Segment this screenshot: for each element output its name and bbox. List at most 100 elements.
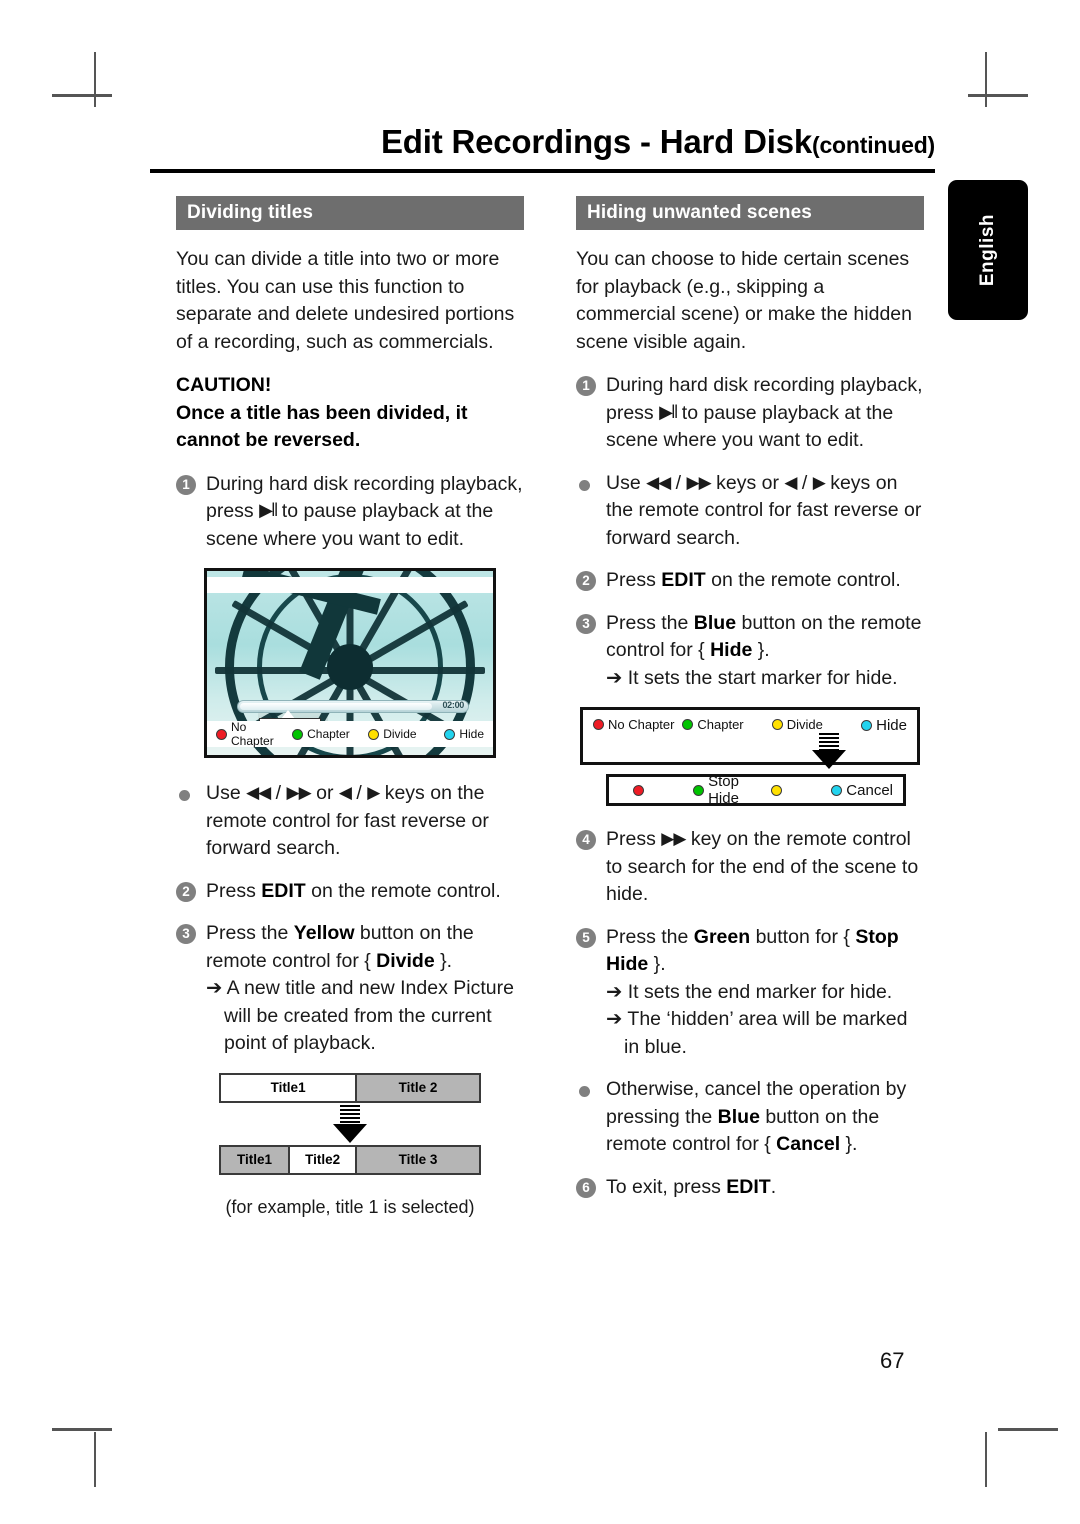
step2-text-a: Press <box>606 569 662 591</box>
crop-mark-top-right-vertical <box>985 52 987 107</box>
button-bar-label: Chapter <box>697 717 744 732</box>
bullet-dot-icon <box>579 479 590 491</box>
button-bar-label: No Chapter <box>608 717 675 732</box>
step5-text-a: Press the <box>606 925 694 948</box>
yellow-button-label: Yellow <box>293 922 355 944</box>
button-bar-item: No Chapter <box>593 717 682 732</box>
title-row-after: Title1 Title2 Title 3 <box>219 1144 481 1175</box>
bullet-dot-icon <box>579 1086 590 1097</box>
bullet-text-a: Use <box>606 471 647 494</box>
step3-text-c: }. <box>434 949 453 972</box>
left-step-1: 1 During hard disk recording playback, p… <box>176 471 524 554</box>
right-step-4: 4 Press ▶▶ key on the remote control to … <box>576 826 924 909</box>
bullet-text-b: keys or <box>710 471 785 494</box>
page-title-main: Edit Recordings - Hard Disk <box>380 123 812 160</box>
button-bar-item: Hide <box>861 717 907 734</box>
hiding-scenes-intro: You can choose to hide certain scenes fo… <box>576 248 912 353</box>
right-step-3: 3 Press the Blue button on the remote co… <box>576 610 924 693</box>
step-number-badge: 1 <box>176 474 196 495</box>
button-bar-label: Hide <box>876 717 907 734</box>
left-column: Dividing titles You can divide a title i… <box>176 196 524 1218</box>
tv-duration-label: 02:00 <box>442 700 464 710</box>
legend-item: Divide <box>368 727 444 741</box>
yellow-dot-icon <box>771 719 783 730</box>
button-bar-label: Cancel <box>846 781 893 799</box>
legend-label: Chapter <box>307 727 350 741</box>
crop-mark-bottom-left-vertical <box>94 1432 96 1487</box>
step5-arrow-note-2: ➔ The ‘hidden’ area will be marked in bl… <box>606 1008 908 1058</box>
step4-text-a: Press <box>606 828 662 850</box>
manual-page: Edit Recordings - Hard Disk(continued) E… <box>0 0 1080 1524</box>
step3-text-a: Press the <box>606 611 694 634</box>
tv-image-top-band <box>207 577 493 593</box>
edit-key-label: EDIT <box>261 879 306 902</box>
play-pause-icon: ▶‖ <box>259 500 278 520</box>
step6-text-b: . <box>770 1175 777 1198</box>
page-header: Edit Recordings - Hard Disk(continued) <box>150 123 935 173</box>
left-arrow-icon: ◀ <box>784 472 797 492</box>
button-bar-item: Cancel <box>831 782 893 799</box>
section-heading-dividing-titles: Dividing titles <box>176 196 524 230</box>
rewind-icon: ◀◀ <box>246 783 271 802</box>
title-divider-rule <box>150 168 935 173</box>
green-button-label: Green <box>693 925 751 948</box>
step-number-badge: 5 <box>576 927 596 948</box>
title-division-diagram: Title1 Title 2 Title1 Title2 Title 3 (fo… <box>219 1072 481 1218</box>
title-cell: Title1 <box>221 1074 356 1101</box>
crop-mark-bottom-left-horizontal <box>52 1428 112 1431</box>
step3-arrow-note: ➔ A new title and new Index Picture will… <box>206 977 514 1054</box>
edit-key-label: EDIT <box>661 569 706 591</box>
divide-arrow <box>219 1103 481 1145</box>
colour-button-bars-diagram: No Chapter Chapter Divide Hide Stop Hide… <box>580 707 920 807</box>
button-bar-item: Chapter <box>682 717 771 732</box>
tv-screenshot-divide: 02:00 00:11:25 No Chapter Chapter Divide <box>204 568 496 758</box>
button-bar-item <box>771 784 831 796</box>
legend-label: No Chapter <box>231 720 274 748</box>
title-cell: Title2 <box>288 1146 356 1173</box>
fast-forward-icon: ▶▶ <box>686 472 712 492</box>
bullet-text-a: Use <box>206 782 247 804</box>
step-number-badge: 4 <box>576 830 596 850</box>
green-dot-icon <box>292 728 304 740</box>
step3-arrow-note: ➔ It sets the start marker for hide. <box>606 666 898 689</box>
title-cell: Title1 <box>221 1146 289 1173</box>
crop-mark-top-right-horizontal <box>968 94 1028 97</box>
step6-text-a: To exit, press <box>606 1175 727 1198</box>
right-step-5: 5 Press the Green button for { Stop Hide… <box>576 924 924 1062</box>
right-arrow-icon: ▶ <box>367 783 380 802</box>
tv-progress-bar: 02:00 <box>237 700 469 713</box>
button-bar-item <box>619 784 693 796</box>
divide-option-label: Divide <box>376 949 435 972</box>
tv-image-hub <box>327 643 373 690</box>
title-diagram-caption: (for example, title 1 is selected) <box>225 1196 475 1217</box>
separator: / <box>350 782 368 804</box>
button-bar-bottom: Stop Hide Cancel <box>606 773 906 807</box>
crop-mark-top-left-horizontal <box>52 94 112 97</box>
legend-item: Hide <box>444 727 484 741</box>
tv-colour-button-legend: No Chapter Chapter Divide Hide <box>207 720 493 748</box>
step3-text-c: }. <box>752 639 770 661</box>
play-pause-icon: ▶‖ <box>659 401 678 422</box>
bullet-text-b: or <box>310 782 339 804</box>
step3-text-a: Press the <box>206 922 294 944</box>
down-arrow-icon <box>812 733 846 771</box>
separator: / <box>796 471 813 494</box>
separator: / <box>670 471 687 494</box>
left-arrow-icon: ◀ <box>338 783 352 802</box>
legend-label: Hide <box>459 727 485 741</box>
left-step-3: 3 Press the Yellow button on the remote … <box>176 920 524 1058</box>
green-dot-icon <box>693 784 705 796</box>
step-number-badge: 3 <box>176 924 196 944</box>
dividing-titles-intro: You can divide a title into two or more … <box>176 248 515 353</box>
cyan-dot-icon <box>861 720 873 731</box>
hide-option-label: Hide <box>710 639 753 661</box>
crop-mark-bottom-right-horizontal <box>998 1428 1058 1431</box>
step5-text-b: button for { <box>750 925 856 948</box>
button-bar-top: No Chapter Chapter Divide Hide <box>580 707 920 765</box>
step-number-badge: 3 <box>576 613 596 634</box>
yellow-dot-icon <box>771 784 783 796</box>
fast-forward-icon: ▶▶ <box>286 783 312 802</box>
down-arrow-icon <box>333 1104 367 1143</box>
yellow-dot-icon <box>368 728 380 740</box>
page-title: Edit Recordings - Hard Disk(continued) <box>150 123 935 160</box>
